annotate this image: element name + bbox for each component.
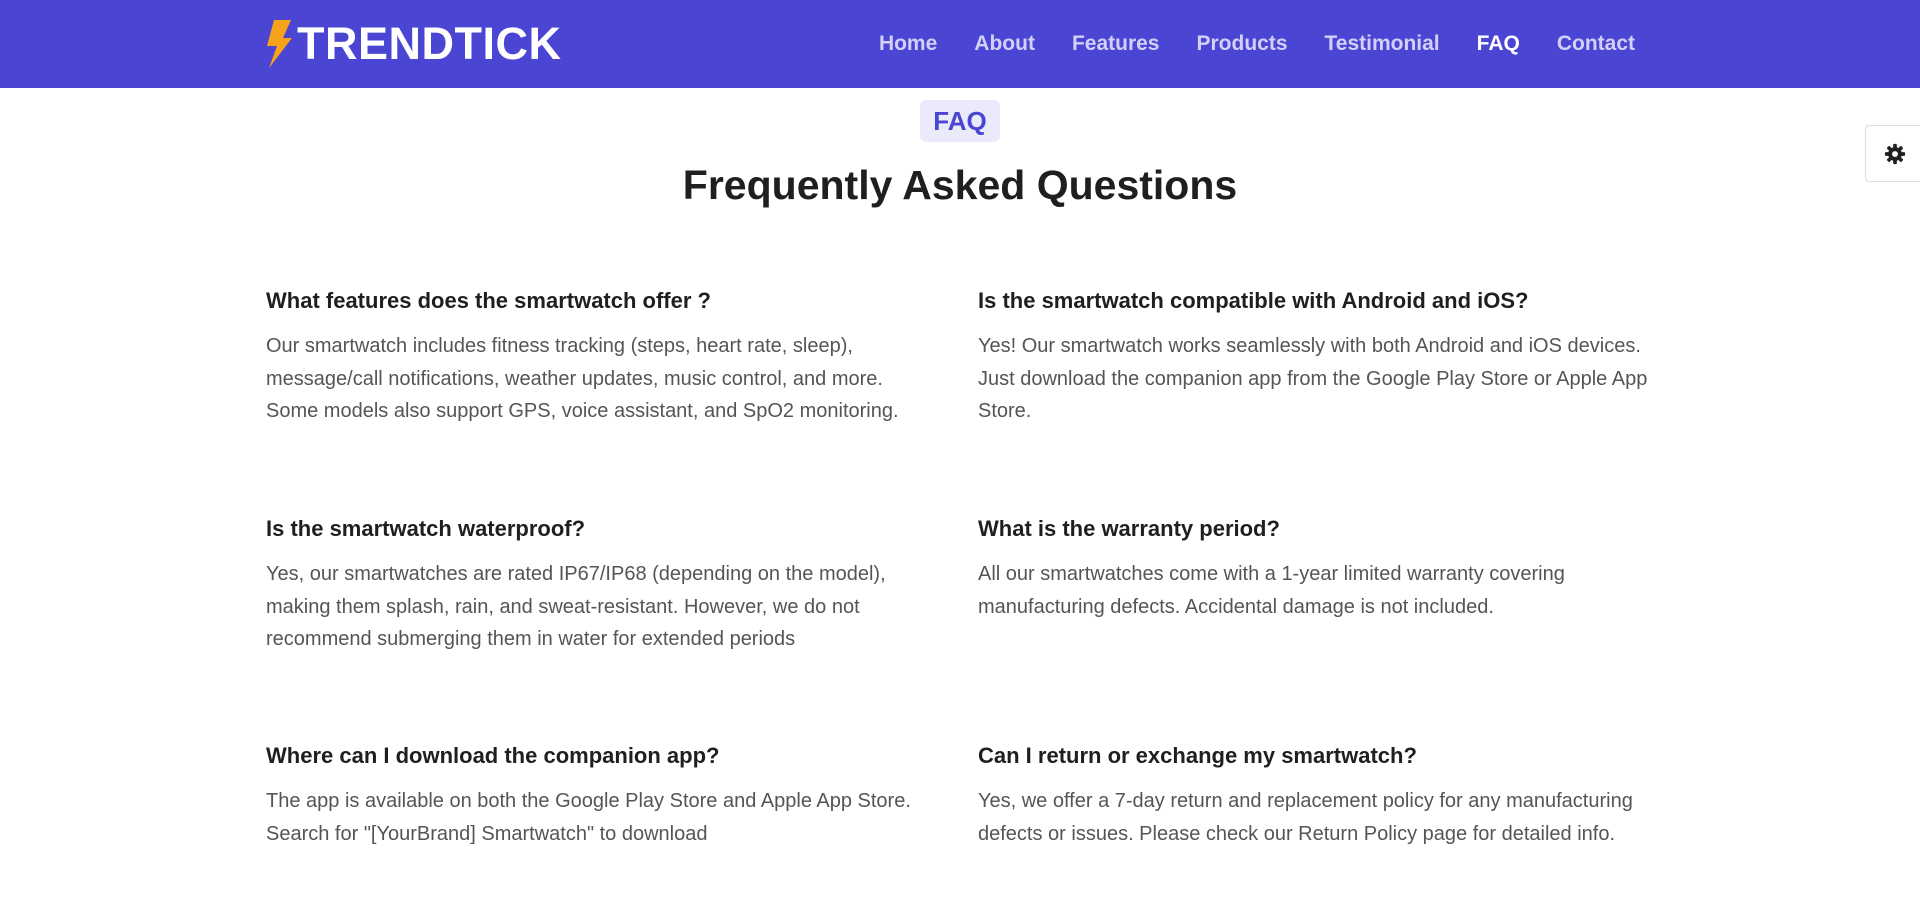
faq-question: Where can I download the companion app? (266, 743, 720, 768)
faq-answer: Yes, we offer a 7-day return and replace… (978, 790, 1633, 845)
faq-answer: Yes! Our smartwatch works seamlessly wit… (978, 335, 1648, 422)
faq-question: Is the smartwatch waterproof? (266, 516, 586, 541)
navbar: TRENDTICK Home About Features Products T… (0, 0, 1920, 88)
nav-link-testimonial[interactable]: Testimonial (1325, 32, 1440, 56)
brand-logo-link[interactable]: TRENDTICK (265, 18, 561, 70)
faq-item: What is the warranty period? All our sma… (978, 514, 1650, 623)
faq-question: Can I return or exchange my smartwatch? (978, 743, 1417, 768)
faq-question: What is the warranty period? (978, 516, 1280, 541)
faq-item: What features does the smartwatch offer … (266, 286, 938, 428)
nav-menu: Home About Features Products Testimonial… (879, 0, 1635, 88)
faq-answer: All our smartwatches come with a 1-year … (978, 563, 1565, 618)
lightning-bolt-icon (267, 20, 292, 68)
faq-answer: The app is available on both the Google … (266, 790, 911, 845)
brand-name: TRENDTICK (297, 18, 562, 69)
nav-link-faq[interactable]: FAQ (1477, 32, 1520, 56)
nav-link-about[interactable]: About (974, 32, 1035, 56)
faq-question: What features does the smartwatch offer … (266, 288, 711, 313)
faq-answer: Our smartwatch includes fitness tracking… (266, 335, 899, 422)
faq-item: Is the smartwatch compatible with Androi… (978, 286, 1650, 428)
faq-item: Can I return or exchange my smartwatch? … (978, 741, 1650, 850)
nav-link-features[interactable]: Features (1072, 32, 1160, 56)
faq-question: Is the smartwatch compatible with Androi… (978, 288, 1529, 313)
nav-link-home[interactable]: Home (879, 32, 937, 56)
faq-answer: Yes, our smartwatches are rated IP67/IP6… (266, 563, 886, 650)
faq-item: Is the smartwatch waterproof? Yes, our s… (266, 514, 938, 656)
section-title: Frequently Asked Questions (682, 162, 1238, 208)
nav-link-contact[interactable]: Contact (1557, 32, 1635, 56)
faq-item: Where can I download the companion app? … (266, 741, 938, 850)
section-badge: FAQ (920, 100, 1000, 142)
nav-link-products[interactable]: Products (1197, 32, 1288, 56)
